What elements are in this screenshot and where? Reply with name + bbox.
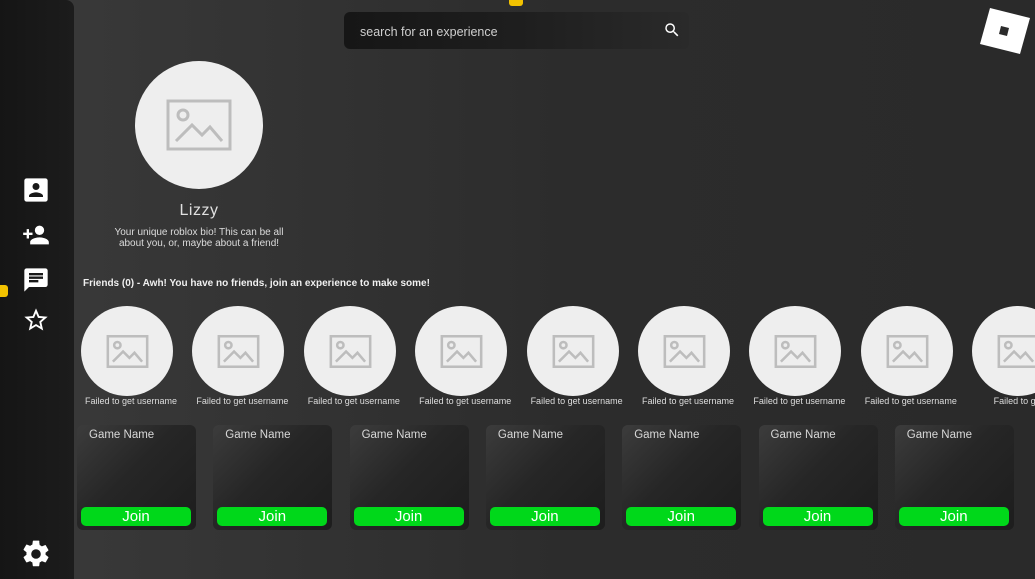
join-button[interactable]: Join <box>353 507 464 526</box>
notice-tab-top <box>509 0 523 6</box>
game-card[interactable]: Game Name Join <box>622 425 742 530</box>
sidebar <box>0 0 74 579</box>
search-input[interactable] <box>358 12 652 51</box>
friend-avatar[interactable] <box>526 306 619 396</box>
friend-avatar[interactable] <box>303 306 396 396</box>
friend-item[interactable]: Failed to get username <box>189 306 300 406</box>
image-placeholder-icon <box>997 335 1035 368</box>
notice-tab-left <box>0 285 8 297</box>
friend-avatar[interactable] <box>192 306 285 396</box>
friend-avatar[interactable] <box>638 306 730 396</box>
game-name: Game Name <box>770 429 836 441</box>
image-placeholder-icon <box>774 335 817 368</box>
friend-item[interactable]: Failed to get username <box>635 306 746 406</box>
friend-item[interactable]: Failed to get username <box>412 306 523 406</box>
friend-item[interactable]: Failed to get username <box>78 306 189 406</box>
friend-avatar[interactable] <box>860 306 953 396</box>
join-button[interactable]: Join <box>81 507 191 526</box>
friend-item[interactable]: Failed to get u <box>969 306 1035 406</box>
friend-username: Failed to get username <box>864 396 957 406</box>
game-card[interactable]: Game Name Join <box>485 425 605 530</box>
join-button[interactable]: Join <box>762 507 873 526</box>
roblox-logo[interactable] <box>978 6 1030 54</box>
game-card[interactable]: Game Name Join <box>758 425 878 530</box>
add-friend-icon[interactable] <box>22 221 50 249</box>
image-placeholder-icon <box>166 99 232 151</box>
join-button[interactable]: Join <box>626 507 737 526</box>
join-button[interactable]: Join <box>489 507 600 526</box>
image-placeholder-icon <box>106 335 149 368</box>
game-name: Game Name <box>634 429 700 441</box>
image-placeholder-icon <box>886 335 929 368</box>
friend-username: Failed to get username <box>419 396 512 406</box>
star-icon[interactable] <box>22 306 50 334</box>
friend-username: Failed to get username <box>753 396 846 406</box>
profile-bio: Your unique roblox bio! This can be all … <box>114 227 284 249</box>
friend-avatar[interactable] <box>415 306 508 396</box>
friend-username: Failed to get username <box>641 396 735 406</box>
image-placeholder-icon <box>663 335 706 368</box>
contact-card-icon[interactable] <box>22 176 50 204</box>
search-icon[interactable] <box>663 21 681 39</box>
image-placeholder-icon <box>329 335 372 368</box>
friend-username: Failed to get username <box>307 396 400 406</box>
search-bar <box>344 12 689 51</box>
friend-item[interactable]: Failed to get username <box>746 306 857 406</box>
profile-avatar <box>135 61 263 189</box>
friend-username: Failed to get u <box>993 396 1035 406</box>
friend-username: Failed to get username <box>196 396 289 406</box>
friend-username: Failed to get username <box>530 396 623 406</box>
game-name: Game Name <box>89 429 155 441</box>
game-card[interactable]: Game Name Join <box>894 425 1014 530</box>
friends-heading: Friends (0) - Awh! You have no friends, … <box>83 278 430 289</box>
friend-item[interactable]: Failed to get username <box>301 306 412 406</box>
friend-avatar[interactable] <box>749 306 842 396</box>
gear-icon[interactable] <box>20 538 52 570</box>
profile-username: Lizzy <box>179 202 219 219</box>
friend-avatar[interactable] <box>972 306 1035 396</box>
friend-avatar[interactable] <box>81 306 173 396</box>
game-card[interactable]: Game Name Join <box>349 425 469 530</box>
game-name: Game Name <box>225 429 291 441</box>
join-button[interactable]: Join <box>217 507 328 526</box>
image-placeholder-icon <box>217 335 260 368</box>
friend-username: Failed to get username <box>84 396 178 406</box>
game-name: Game Name <box>906 429 972 441</box>
chat-icon[interactable] <box>22 266 50 294</box>
game-name: Game Name <box>361 429 427 441</box>
image-placeholder-icon <box>552 335 595 368</box>
game-name: Game Name <box>497 429 564 441</box>
image-placeholder-icon <box>440 335 483 368</box>
friend-item[interactable]: Failed to get username <box>524 306 635 406</box>
friend-item[interactable]: Failed to get username <box>858 306 969 406</box>
game-card[interactable]: Game Name Join <box>213 425 333 530</box>
game-card[interactable]: Game Name Join <box>77 425 196 530</box>
join-button[interactable]: Join <box>898 507 1009 526</box>
